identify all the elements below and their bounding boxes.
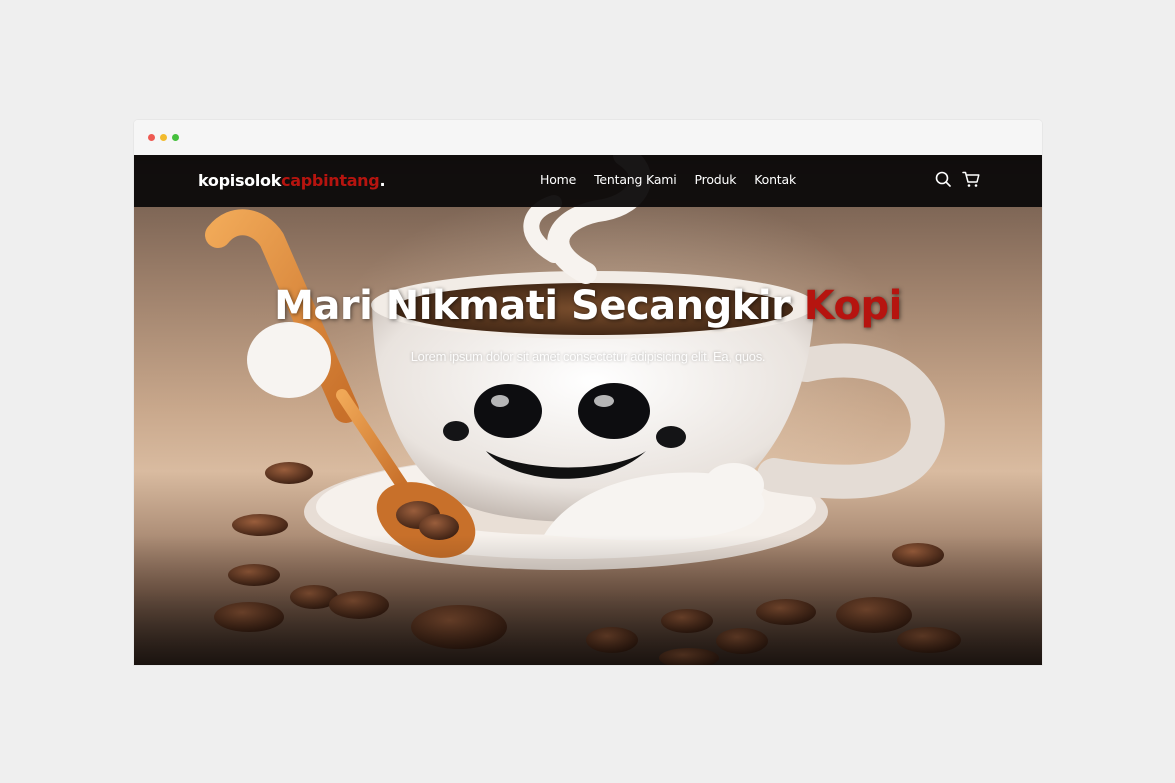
page-viewport: Mari Nikmati Secangkir Kopi Lorem ipsum … xyxy=(134,155,1042,665)
nav-link-kontak[interactable]: Kontak xyxy=(754,172,796,187)
brand-primary: kopisolok xyxy=(198,171,282,190)
brand-accent: capbintang xyxy=(281,171,380,190)
browser-titlebar xyxy=(134,120,1042,155)
brand-dot: . xyxy=(379,171,386,190)
minimize-window-dot[interactable] xyxy=(160,134,167,141)
nav-link-tentang-kami[interactable]: Tentang Kami xyxy=(594,172,677,187)
hero-title-accent: Kopi xyxy=(803,283,903,329)
nav-link-home[interactable]: Home xyxy=(540,172,576,187)
close-window-dot[interactable] xyxy=(148,134,155,141)
nav-link-produk[interactable]: Produk xyxy=(695,172,737,187)
hero-title: Mari Nikmati Secangkir Kopi xyxy=(134,283,1042,329)
search-icon[interactable] xyxy=(934,169,952,189)
cart-icon[interactable] xyxy=(962,169,980,189)
hero-subtitle: Lorem ipsum dolor sit amet consectetur a… xyxy=(410,349,766,364)
hero-title-main: Mari Nikmati Secangkir xyxy=(274,283,791,329)
top-navbar: kopisolokcapbintang. Home Tentang Kami P… xyxy=(134,155,1042,207)
brand-logo[interactable]: kopisolokcapbintang. xyxy=(198,171,386,190)
nav-icons xyxy=(934,169,980,189)
nav-links: Home Tentang Kami Produk Kontak xyxy=(540,172,796,187)
hero-section: Mari Nikmati Secangkir Kopi Lorem ipsum … xyxy=(134,155,1042,665)
maximize-window-dot[interactable] xyxy=(172,134,179,141)
hero-coffee-illustration xyxy=(134,155,1042,665)
browser-window: Mari Nikmati Secangkir Kopi Lorem ipsum … xyxy=(134,120,1042,665)
